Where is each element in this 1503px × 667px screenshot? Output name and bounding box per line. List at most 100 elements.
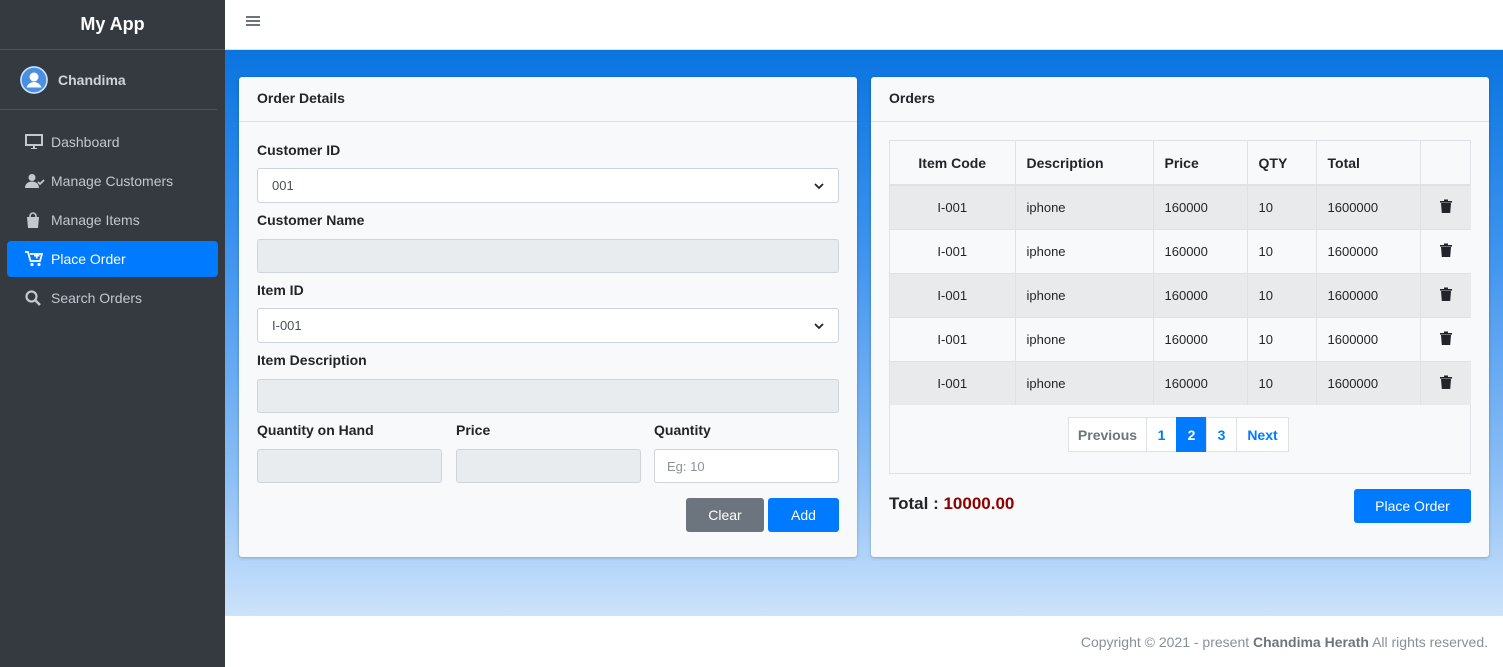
cell-qty: 10	[1247, 228, 1317, 273]
top-navbar	[225, 0, 1503, 50]
price-field[interactable]	[456, 449, 641, 483]
chevron-down-icon	[814, 322, 824, 329]
cell-item-code: I-001	[890, 316, 1016, 361]
page-2-button[interactable]: 2	[1176, 417, 1207, 452]
column-header: Total	[1316, 141, 1421, 186]
cell-item-code: I-001	[890, 184, 1016, 229]
add-button[interactable]: Add	[768, 498, 839, 532]
cell-item-code: I-001	[890, 228, 1016, 273]
page-1-button[interactable]: 1	[1146, 417, 1177, 452]
order-details-card: Order Details Customer ID 001 Customer N…	[239, 77, 857, 557]
user-panel[interactable]: Chandima	[0, 50, 217, 110]
cell-total: 1600000	[1316, 272, 1421, 317]
cell-qty: 10	[1247, 316, 1317, 361]
sidebar-item-search-orders[interactable]: Search Orders	[7, 280, 218, 316]
place-order-button[interactable]: Place Order	[1354, 489, 1471, 523]
cell-qty: 10	[1247, 360, 1317, 405]
trash-icon[interactable]	[1439, 331, 1452, 345]
orders-card: Orders Item Code Description Price QTY T…	[871, 77, 1489, 557]
avatar-icon	[20, 65, 48, 94]
sidebar-item-manage-items[interactable]: Manage Items	[7, 202, 218, 238]
trash-icon[interactable]	[1439, 243, 1452, 257]
customer-id-value: 001	[272, 178, 294, 193]
orders-table-container: Item Code Description Price QTY Total I-…	[889, 140, 1471, 474]
footer: Copyright © 2021 - present Chandima Hera…	[225, 615, 1503, 667]
total-value: 10000.00	[943, 494, 1015, 513]
delete-cell	[1420, 272, 1471, 317]
sidebar-item-label: Manage Items	[51, 212, 140, 228]
customer-id-label: Customer ID	[257, 142, 341, 158]
chevron-down-icon	[814, 182, 824, 189]
app-title[interactable]: My App	[0, 0, 225, 50]
cell-description: iphone	[1015, 272, 1154, 317]
qty-on-hand-label: Quantity on Hand	[257, 422, 374, 438]
delete-cell	[1420, 228, 1471, 273]
delete-cell	[1420, 316, 1471, 361]
trash-icon[interactable]	[1439, 199, 1452, 213]
sidebar: My App Chandima Dashboard Manage Custome…	[0, 0, 225, 667]
cell-price: 160000	[1153, 228, 1248, 273]
order-details-title: Order Details	[239, 77, 857, 122]
cell-total: 1600000	[1316, 228, 1421, 273]
cell-price: 160000	[1153, 360, 1248, 405]
sidebar-item-manage-customers[interactable]: Manage Customers	[7, 163, 218, 199]
order-total: Total : 10000.00	[889, 494, 1014, 514]
customer-id-select[interactable]: 001	[257, 168, 839, 203]
user-name: Chandima	[58, 71, 126, 88]
table-row: I-001 iphone 160000 10 1600000	[890, 360, 1471, 405]
desktop-icon	[25, 133, 47, 151]
cell-description: iphone	[1015, 228, 1154, 273]
next-page-button[interactable]: Next	[1236, 417, 1289, 452]
menu-toggle-icon[interactable]	[246, 14, 260, 28]
cell-price: 160000	[1153, 316, 1248, 361]
main-content: Order Details Customer ID 001 Customer N…	[225, 50, 1503, 615]
total-label: Total :	[889, 494, 939, 513]
copyright-text: Copyright © 2021 - present Chandima Hera…	[1081, 634, 1488, 650]
cell-description: iphone	[1015, 360, 1154, 405]
item-id-select[interactable]: I-001	[257, 308, 839, 343]
trash-icon[interactable]	[1439, 375, 1452, 389]
cell-total: 1600000	[1316, 316, 1421, 361]
delete-cell	[1420, 360, 1471, 405]
cell-item-code: I-001	[890, 360, 1016, 405]
column-header	[1420, 141, 1471, 186]
pagination: Previous 1 2 3 Next	[1068, 417, 1289, 452]
shopping-bag-icon	[25, 211, 47, 229]
delete-cell	[1420, 184, 1471, 229]
cell-item-code: I-001	[890, 272, 1016, 317]
quantity-input[interactable]: Eg: 10	[654, 449, 839, 483]
sidebar-nav: Dashboard Manage Customers Manage Items …	[0, 110, 225, 316]
quantity-label: Quantity	[654, 422, 711, 438]
copyright-author[interactable]: Chandima Herath	[1253, 634, 1369, 650]
sidebar-item-place-order[interactable]: Place Order	[7, 241, 218, 277]
column-header: Price	[1153, 141, 1248, 186]
cell-price: 160000	[1153, 272, 1248, 317]
item-description-label: Item Description	[257, 352, 367, 368]
item-description-field[interactable]	[257, 379, 839, 413]
sidebar-item-label: Place Order	[51, 251, 126, 267]
clear-button[interactable]: Clear	[686, 498, 764, 532]
cell-qty: 10	[1247, 184, 1317, 229]
orders-title: Orders	[871, 77, 1489, 122]
cell-total: 1600000	[1316, 184, 1421, 229]
customer-name-field[interactable]	[257, 239, 839, 273]
previous-page-button[interactable]: Previous	[1068, 417, 1147, 452]
price-label: Price	[456, 422, 491, 438]
table-row: I-001 iphone 160000 10 1600000	[890, 316, 1471, 361]
column-header: Description	[1015, 141, 1154, 186]
sidebar-item-label: Search Orders	[51, 290, 143, 306]
table-row: I-001 iphone 160000 10 1600000	[890, 184, 1471, 229]
qty-on-hand-field[interactable]	[257, 449, 442, 483]
table-row: I-001 iphone 160000 10 1600000	[890, 272, 1471, 317]
trash-icon[interactable]	[1439, 287, 1452, 301]
table-header-row: Item Code Description Price QTY Total	[890, 141, 1471, 186]
sidebar-item-dashboard[interactable]: Dashboard	[7, 124, 218, 160]
customer-name-label: Customer Name	[257, 212, 365, 228]
orders-table: Item Code Description Price QTY Total I-…	[890, 141, 1471, 405]
sidebar-item-label: Manage Customers	[51, 173, 174, 189]
cell-description: iphone	[1015, 316, 1154, 361]
column-header: QTY	[1247, 141, 1317, 186]
table-row: I-001 iphone 160000 10 1600000	[890, 228, 1471, 273]
page-3-button[interactable]: 3	[1206, 417, 1237, 452]
cell-qty: 10	[1247, 272, 1317, 317]
